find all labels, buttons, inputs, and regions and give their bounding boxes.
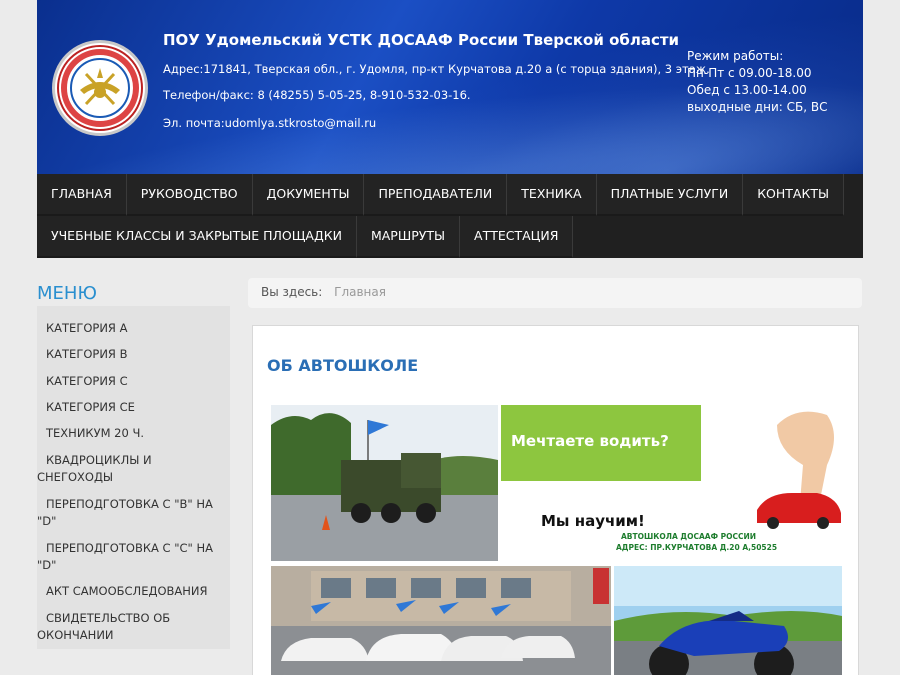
sidebar-menu: КАТЕГОРИЯ А КАТЕГОРИЯ В КАТЕГОРИЯ С КАТЕ… — [37, 306, 230, 649]
sidebar-title: МЕНЮ — [37, 283, 97, 304]
nav-item-attestation[interactable]: АТТЕСТАЦИЯ — [460, 216, 574, 258]
header-phone: Телефон/факс: 8 (48255) 5-05-25, 8-910-5… — [163, 88, 471, 102]
hours-weekend: выходные дни: СБ, ВС — [687, 100, 828, 114]
breadcrumb-label: Вы здесь: — [261, 285, 323, 299]
sidebar-item-self-inspection[interactable]: АКТ САМООБСЛЕДОВАНИЯ — [37, 583, 230, 600]
nav-item-routes[interactable]: МАРШРУТЫ — [356, 216, 461, 258]
cars-photo — [271, 566, 611, 675]
sidebar-item-category-b[interactable]: КАТЕГОРИЯ В — [37, 346, 230, 363]
nav-item-paid-services[interactable]: ПЛАТНЫЕ УСЛУГИ — [596, 174, 744, 216]
nav-item-contacts[interactable]: КОНТАКТЫ — [743, 174, 845, 216]
dosaaf-emblem-icon[interactable] — [52, 40, 148, 136]
ad-answer: Мы научим! — [541, 512, 645, 530]
nav-row-2: УЧЕБНЫЕ КЛАССЫ И ЗАКРЫТЫЕ ПЛОЩАДКИ МАРШР… — [37, 216, 574, 258]
site-header: ПОУ Удомельский УСТК ДОСААФ России Тверс… — [37, 0, 863, 175]
article-heading: ОБ АВТОШКОЛЕ — [267, 356, 419, 375]
nav-item-documents[interactable]: ДОКУМЕНТЫ — [252, 174, 365, 216]
truck-photo-graphic — [271, 405, 498, 561]
ad-banner[interactable]: Мечтаете водить? Мы научим! АВТОШКОЛА ДО… — [501, 405, 841, 561]
breadcrumb-current: Главная — [334, 285, 386, 299]
nav-item-classrooms[interactable]: УЧЕБНЫЕ КЛАССЫ И ЗАКРЫТЫЕ ПЛОЩАДКИ — [37, 216, 357, 258]
article-panel: ОБ АВТОШКОЛЕ Мечтаете водить? Мы научим!… — [252, 325, 859, 675]
sidebar-item-category-c[interactable]: КАТЕГОРИЯ С — [37, 373, 230, 390]
nav-item-teachers[interactable]: ПРЕПОДАВАТЕЛИ — [364, 174, 508, 216]
breadcrumb: Вы здесь: Главная — [248, 278, 862, 308]
site-title: ПОУ Удомельский УСТК ДОСААФ России Тверс… — [163, 31, 680, 49]
motorcycle-photo-graphic — [614, 566, 842, 675]
sidebar-item-retrain-b-d[interactable]: ПЕРЕПОДГОТОВКА С "В" НА "D" — [37, 496, 230, 530]
ad-school: АВТОШКОЛА ДОСААФ РОССИИ — [621, 532, 757, 541]
hours-lunch: Обед с 13.00-14.00 — [687, 83, 807, 97]
hand-car-graphic — [757, 411, 841, 529]
truck-photo — [271, 405, 498, 561]
logo-graphic — [57, 45, 143, 131]
sidebar-item-category-ce[interactable]: КАТЕГОРИЯ СЕ — [37, 399, 230, 416]
sidebar-item-quads[interactable]: КВАДРОЦИКЛЫ И СНЕГОХОДЫ — [37, 452, 230, 486]
main-nav: ГЛАВНАЯ РУКОВОДСТВО ДОКУМЕНТЫ ПРЕПОДАВАТ… — [37, 174, 863, 258]
nav-item-vehicles[interactable]: ТЕХНИКА — [507, 174, 597, 216]
sidebar-item-technikum[interactable]: ТЕХНИКУМ 20 Ч. — [37, 425, 230, 442]
header-email: Эл. почта:udomlya.stkrosto@mail.ru — [163, 116, 377, 130]
nav-item-home[interactable]: ГЛАВНАЯ — [37, 174, 127, 216]
hours-weekdays: Пн-Пт с 09.00-18.00 — [687, 66, 812, 80]
ad-question: Мечтаете водить? — [511, 432, 669, 450]
sidebar-item-retrain-c-d[interactable]: ПЕРЕПОДГОТОВКА С "С" НА "D" — [37, 540, 230, 574]
nav-item-management[interactable]: РУКОВОДСТВО — [126, 174, 253, 216]
hours-title: Режим работы: — [687, 49, 784, 63]
sidebar-item-certificate[interactable]: СВИДЕТЕЛЬСТВО ОБ ОКОНЧАНИИ — [37, 610, 230, 644]
sidebar-item-category-a[interactable]: КАТЕГОРИЯ А — [37, 320, 230, 337]
cars-photo-graphic — [271, 566, 611, 675]
header-address: Адрес:171841, Тверская обл., г. Удомля, … — [163, 62, 710, 76]
nav-row-1: ГЛАВНАЯ РУКОВОДСТВО ДОКУМЕНТЫ ПРЕПОДАВАТ… — [37, 174, 845, 216]
ad-address: АДРЕС: ПР.КУРЧАТОВА Д.20 А,50525 — [616, 543, 778, 552]
motorcycle-photo — [614, 566, 842, 675]
working-hours: Режим работы: Пн-Пт с 09.00-18.00 Обед с… — [687, 48, 827, 116]
